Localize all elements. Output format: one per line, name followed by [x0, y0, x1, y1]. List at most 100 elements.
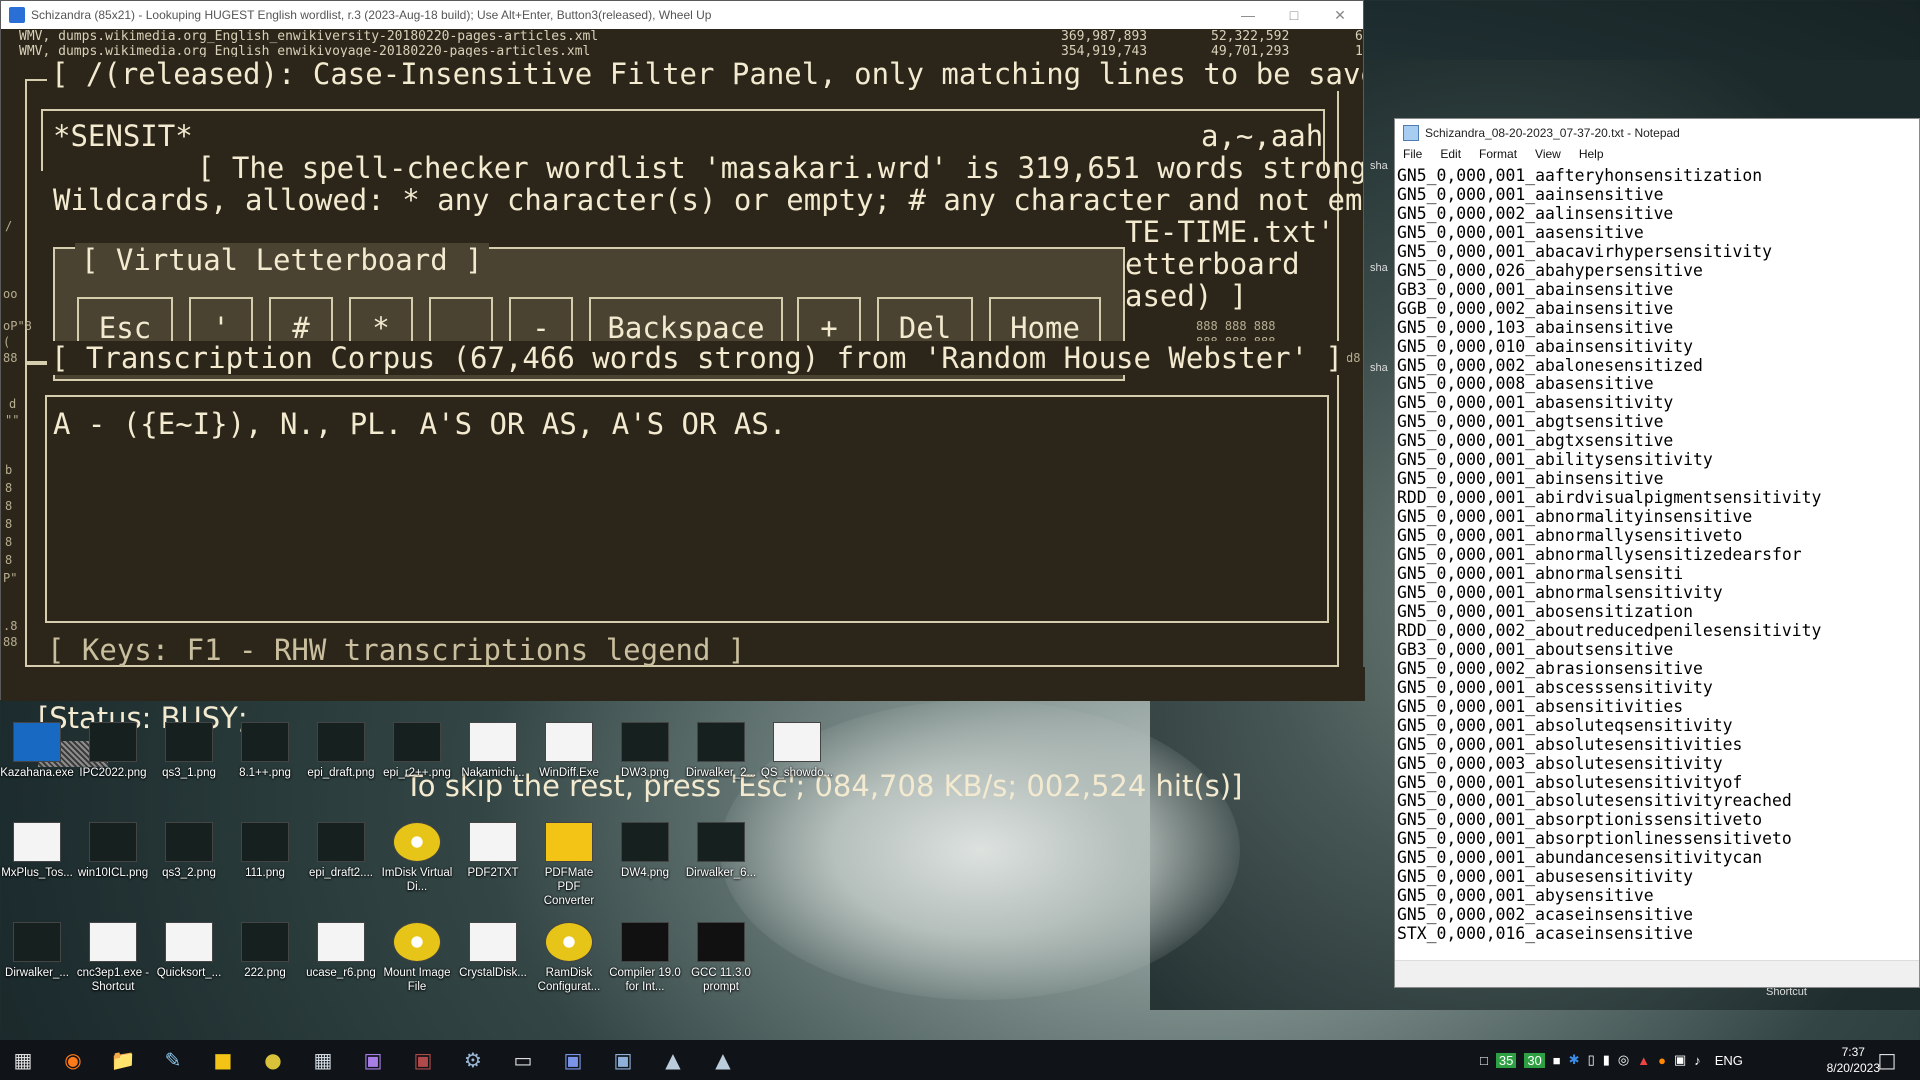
desktop-icon[interactable]: Dirwalker_6... — [684, 822, 758, 880]
tray-icon[interactable]: ▣ — [1674, 1052, 1686, 1068]
app-taskbar-icon[interactable]: ▣ — [610, 1047, 636, 1073]
desktop-icon[interactable]: epi_draft.png — [304, 722, 378, 780]
text-line: GN5_0,000,001_abilitysensitivity — [1397, 450, 1713, 470]
desktop-icon[interactable]: QS_showdo... — [760, 722, 834, 780]
menu-file[interactable]: File — [1403, 147, 1422, 165]
text-line: GN5_0,000,001_aainsensitive — [1397, 184, 1664, 204]
text-line: GN5_0,000,001_abasensitivity — [1397, 393, 1674, 413]
desktop-icon[interactable]: GCC 11.3.0 prompt — [684, 922, 758, 994]
desktop-icon[interactable]: win10ICL.png — [76, 822, 150, 880]
desktop-icon[interactable]: Dirwalker_... — [0, 922, 74, 980]
minimize-icon[interactable]: — — [1225, 7, 1271, 23]
text-line: GN5_0,000,001_abacavirhypersensitivity — [1397, 241, 1772, 261]
desktop-icon-label: Nakamichi... — [461, 767, 525, 779]
desktop-icon[interactable]: 222.png — [228, 922, 302, 980]
close-icon[interactable]: ✕ — [1317, 7, 1363, 24]
desktop-icon[interactable]: 8.1++.png — [228, 722, 302, 780]
tray-icon[interactable]: ▲ — [1637, 1053, 1650, 1068]
text-line: GN5_0,000,002_abalonesensitized — [1397, 355, 1703, 375]
tray-badge[interactable]: 30 — [1524, 1052, 1545, 1068]
gutter-glyph: .8 — [3, 619, 18, 633]
notepad-titlebar[interactable]: Schizandra_08-20-2023_07-37-20.txt - Not… — [1395, 119, 1919, 147]
clock-time: 7:37 — [1841, 1045, 1865, 1059]
desktop-icon[interactable]: cnc3ep1.exe - Shortcut — [76, 922, 150, 994]
desktop-icon[interactable]: epi_r2++.png — [380, 722, 454, 780]
desktop-icon[interactable]: ImDisk Virtual Di... — [380, 822, 454, 894]
desktop-icon[interactable]: Mount Image File — [380, 922, 454, 994]
tray-icon[interactable]: ▯ — [1588, 1052, 1595, 1068]
desktop-icon[interactable]: IPC2022.png — [76, 722, 150, 780]
desktop-icon[interactable]: epi_draft2.... — [304, 822, 378, 880]
app-taskbar-icon[interactable]: ▲ — [710, 1047, 736, 1073]
app-taskbar-icon[interactable]: ▣ — [410, 1047, 436, 1073]
volume-icon[interactable]: ♪ — [1694, 1053, 1701, 1068]
notepad-taskbar-icon[interactable]: ✎ — [160, 1047, 186, 1073]
desktop-icon[interactable]: CrystalDisk... — [456, 922, 530, 980]
desktop-icon[interactable]: Nakamichi... — [456, 722, 530, 780]
tray-icon[interactable]: □ — [1480, 1053, 1488, 1068]
tray-badge[interactable]: 35 — [1495, 1052, 1517, 1068]
overlap-text-1: TE-TIME.txt' — [1125, 215, 1335, 249]
desktop-icon-label: GCC 11.3.0 prompt — [691, 967, 751, 993]
network-icon[interactable]: ◎ — [1618, 1052, 1629, 1068]
desktop-icon[interactable]: DW3.png — [608, 722, 682, 780]
console-window[interactable]: Schizandra (85x21) - Lookuping HUGEST En… — [0, 0, 1365, 803]
notepad-text-area[interactable]: GN5_0,000,001_aafteryhonsensitization GN5… — [1395, 167, 1919, 961]
desktop-icon[interactable]: qs3_1.png — [152, 722, 226, 780]
tray-icon[interactable]: ● — [1658, 1053, 1666, 1068]
windows-start-icon[interactable]: ▦ — [10, 1047, 36, 1073]
desktop-icon[interactable]: MxPlus_Tos... — [0, 822, 74, 880]
desktop-icon[interactable]: RamDisk Configurat... — [532, 922, 606, 994]
pdf-taskbar-icon[interactable]: ■ — [210, 1047, 236, 1073]
file-thumbnail-icon — [89, 722, 137, 762]
firefox-icon[interactable]: ◉ — [60, 1047, 86, 1073]
notification-icon[interactable]: □ — [1874, 1047, 1900, 1073]
desktop-icon-label: epi_draft2.... — [309, 867, 373, 879]
desktop-icon[interactable]: DW4.png — [608, 822, 682, 880]
desktop-icon[interactable]: PDF2TXT — [456, 822, 530, 880]
app-taskbar-icon[interactable]: ▣ — [560, 1047, 586, 1073]
text-line: GN5_0,000,001_abysensitive — [1397, 886, 1654, 906]
app-taskbar-icon[interactable]: ▣ — [360, 1047, 386, 1073]
gutter-glyph: P" — [3, 571, 18, 585]
menu-edit[interactable]: Edit — [1440, 147, 1461, 165]
file-explorer-icon[interactable]: 📁 — [110, 1047, 136, 1073]
console-app-icon — [9, 7, 25, 23]
desktop-icon[interactable]: PDFMate PDF Converter — [532, 822, 606, 908]
clock[interactable]: 7:37 8/20/2023 — [1827, 1044, 1880, 1076]
file-thumbnail-icon — [469, 922, 517, 962]
tray-icon[interactable]: ▮ — [1603, 1052, 1610, 1068]
notepad-window[interactable]: Schizandra_08-20-2023_07-37-20.txt - Not… — [1394, 118, 1920, 988]
menu-format[interactable]: Format — [1479, 147, 1517, 165]
desktop-icon[interactable]: WinDiff.Exe — [532, 722, 606, 780]
wordlist-info: [ The spell-checker wordlist 'masakari.w… — [197, 151, 1363, 185]
app-taskbar-icon[interactable]: ● — [260, 1047, 286, 1073]
app-taskbar-icon[interactable]: ▲ — [660, 1047, 686, 1073]
language-indicator[interactable]: ENG — [1715, 1053, 1743, 1068]
clock-date: 8/20/2023 — [1826, 1061, 1880, 1075]
file-thumbnail-icon — [241, 922, 289, 962]
console-taskbar-icon[interactable]: ▭ — [510, 1047, 536, 1073]
calculator-icon[interactable]: ▦ — [310, 1047, 336, 1073]
menu-help[interactable]: Help — [1579, 147, 1604, 165]
tray-icon[interactable]: ■ — [1553, 1053, 1561, 1068]
hidden-icon-label: sha — [1370, 362, 1388, 374]
desktop-icon[interactable]: Compiler 19.0 for Int... — [608, 922, 682, 994]
text-line: GN5_0,000,001_absorptionlinessensitiveto — [1397, 829, 1792, 849]
menu-view[interactable]: View — [1535, 147, 1561, 165]
console-terminal[interactable]: WMV, dumps.wikimedia.org_English_enwikiv… — [1, 29, 1363, 699]
desktop-icon[interactable]: Kazahana.exe — [0, 722, 74, 780]
app-taskbar-icon[interactable]: ⚙ — [460, 1047, 486, 1073]
bluetooth-icon[interactable]: ✱ — [1569, 1052, 1580, 1068]
horizontal-scrollbar[interactable] — [1395, 960, 1919, 987]
text-line: GN5_0,000,103_abainsensitive — [1397, 317, 1674, 337]
desktop-icon[interactable]: Dirwalker_2... — [684, 722, 758, 780]
desktop-icon[interactable]: Quicksort_... — [152, 922, 226, 980]
desktop-icon[interactable]: ucase_r6.png — [304, 922, 378, 980]
text-line: GN5_0,000,001_absoluteqsensitivity — [1397, 715, 1733, 735]
filter-input[interactable]: *SENSIT* — [53, 119, 193, 153]
maximize-icon[interactable]: □ — [1271, 7, 1317, 23]
console-titlebar[interactable]: Schizandra (85x21) - Lookuping HUGEST En… — [1, 1, 1363, 29]
desktop-icon[interactable]: qs3_2.png — [152, 822, 226, 880]
desktop-icon[interactable]: 111.png — [228, 822, 302, 880]
